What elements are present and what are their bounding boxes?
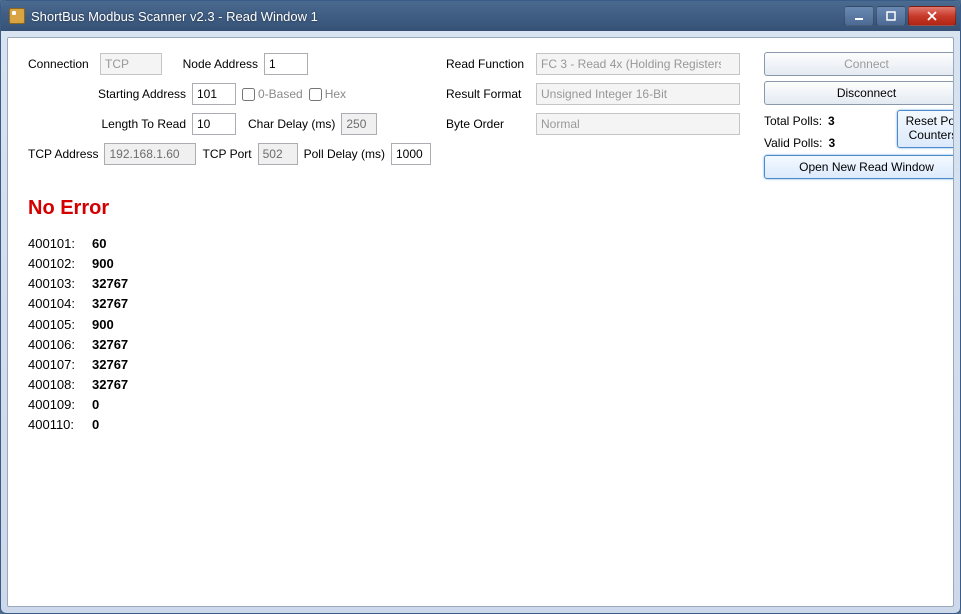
char-delay-label: Char Delay (ms) (248, 117, 335, 131)
total-polls-label: Total Polls: (764, 114, 822, 128)
connection-select[interactable]: TCP (100, 53, 162, 75)
register-value: 900 (92, 315, 114, 335)
tcp-port-input[interactable] (258, 143, 298, 165)
starting-address-input[interactable] (192, 83, 236, 105)
total-polls-value: 3 (828, 114, 835, 128)
tcp-address-input[interactable] (104, 143, 196, 165)
register-value: 32767 (92, 274, 128, 294)
node-address-input[interactable] (264, 53, 308, 75)
register-address: 400101: (28, 234, 82, 254)
read-function-label: Read Function (446, 57, 530, 71)
register-value: 32767 (92, 294, 128, 314)
byte-order-label: Byte Order (446, 117, 530, 131)
register-row: 400110: 0 (28, 415, 933, 435)
register-value: 0 (92, 395, 99, 415)
zero-based-check[interactable] (242, 88, 255, 101)
register-row: 400106: 32767 (28, 335, 933, 355)
register-row: 400107: 32767 (28, 355, 933, 375)
zero-based-label: 0-Based (258, 87, 303, 101)
minimize-icon (853, 10, 865, 22)
disconnect-button[interactable]: Disconnect (764, 81, 954, 105)
poll-delay-label: Poll Delay (ms) (304, 147, 385, 161)
poll-delay-input[interactable] (391, 143, 431, 165)
poll-stats: Total Polls: 3 Valid Polls: 3 (764, 110, 887, 150)
register-row: 400101: 60 (28, 234, 933, 254)
hex-check[interactable] (309, 88, 322, 101)
open-new-window-button[interactable]: Open New Read Window (764, 155, 954, 179)
maximize-button[interactable] (876, 6, 906, 26)
register-value: 32767 (92, 375, 128, 395)
register-value: 60 (92, 234, 106, 254)
client-area: Connection TCP Node Address Starting Add… (7, 37, 954, 607)
app-icon (9, 8, 25, 24)
result-format-label: Result Format (446, 87, 530, 101)
register-row: 400104: 32767 (28, 294, 933, 314)
register-row: 400108: 32767 (28, 375, 933, 395)
register-address: 400104: (28, 294, 82, 314)
hex-label: Hex (325, 87, 346, 101)
poll-block: Total Polls: 3 Valid Polls: 3 Reset Poll… (764, 110, 954, 150)
register-value: 32767 (92, 355, 128, 375)
register-address: 400102: (28, 254, 82, 274)
register-address: 400108: (28, 375, 82, 395)
window-title: ShortBus Modbus Scanner v2.3 - Read Wind… (31, 9, 844, 24)
connect-button[interactable]: Connect (764, 52, 954, 76)
maximize-icon (885, 10, 897, 22)
zero-based-checkbox[interactable]: 0-Based (242, 87, 303, 101)
reset-poll-button[interactable]: Reset Poll Counters (897, 110, 954, 148)
status-text: No Error (28, 197, 933, 220)
connection-label: Connection (28, 57, 94, 71)
register-value: 32767 (92, 335, 128, 355)
results-list: 400101: 60 400102: 900 400103: 32767 400104: 32… (28, 234, 933, 435)
titlebar[interactable]: ShortBus Modbus Scanner v2.3 - Read Wind… (1, 1, 960, 31)
register-address: 400110: (28, 415, 82, 435)
valid-polls-value: 3 (828, 136, 835, 150)
valid-polls-label: Valid Polls: (764, 136, 822, 150)
register-row: 400102: 900 (28, 254, 933, 274)
left-column: Connection TCP Node Address Starting Add… (28, 52, 428, 179)
register-address: 400105: (28, 315, 82, 335)
window-controls (844, 6, 956, 26)
register-address: 400106: (28, 335, 82, 355)
tcp-port-label: TCP Port (202, 147, 251, 161)
result-format-select[interactable]: Unsigned Integer 16-Bit (536, 83, 740, 105)
tcp-address-label: TCP Address (28, 147, 98, 161)
register-row: 400103: 32767 (28, 274, 933, 294)
node-address-label: Node Address (172, 57, 258, 71)
close-button[interactable] (908, 6, 956, 26)
minimize-button[interactable] (844, 6, 874, 26)
register-address: 400107: (28, 355, 82, 375)
byte-order-select[interactable]: Normal (536, 113, 740, 135)
app-window: ShortBus Modbus Scanner v2.3 - Read Wind… (0, 0, 961, 614)
register-row: 400105: 900 (28, 315, 933, 335)
form-area: Connection TCP Node Address Starting Add… (28, 52, 933, 179)
register-value: 900 (92, 254, 114, 274)
register-row: 400109: 0 (28, 395, 933, 415)
starting-address-label: Starting Address (28, 87, 186, 101)
length-label: Length To Read (28, 117, 186, 131)
hex-checkbox[interactable]: Hex (309, 87, 346, 101)
register-address: 400103: (28, 274, 82, 294)
register-address: 400109: (28, 395, 82, 415)
char-delay-input[interactable] (341, 113, 377, 135)
middle-column: Read Function FC 3 - Read 4x (Holding Re… (446, 52, 746, 179)
length-input[interactable] (192, 113, 236, 135)
register-value: 0 (92, 415, 99, 435)
right-column: Connect Disconnect Total Polls: 3 Valid … (764, 52, 954, 179)
read-function-select[interactable]: FC 3 - Read 4x (Holding Registers) (536, 53, 740, 75)
close-icon (926, 10, 938, 22)
